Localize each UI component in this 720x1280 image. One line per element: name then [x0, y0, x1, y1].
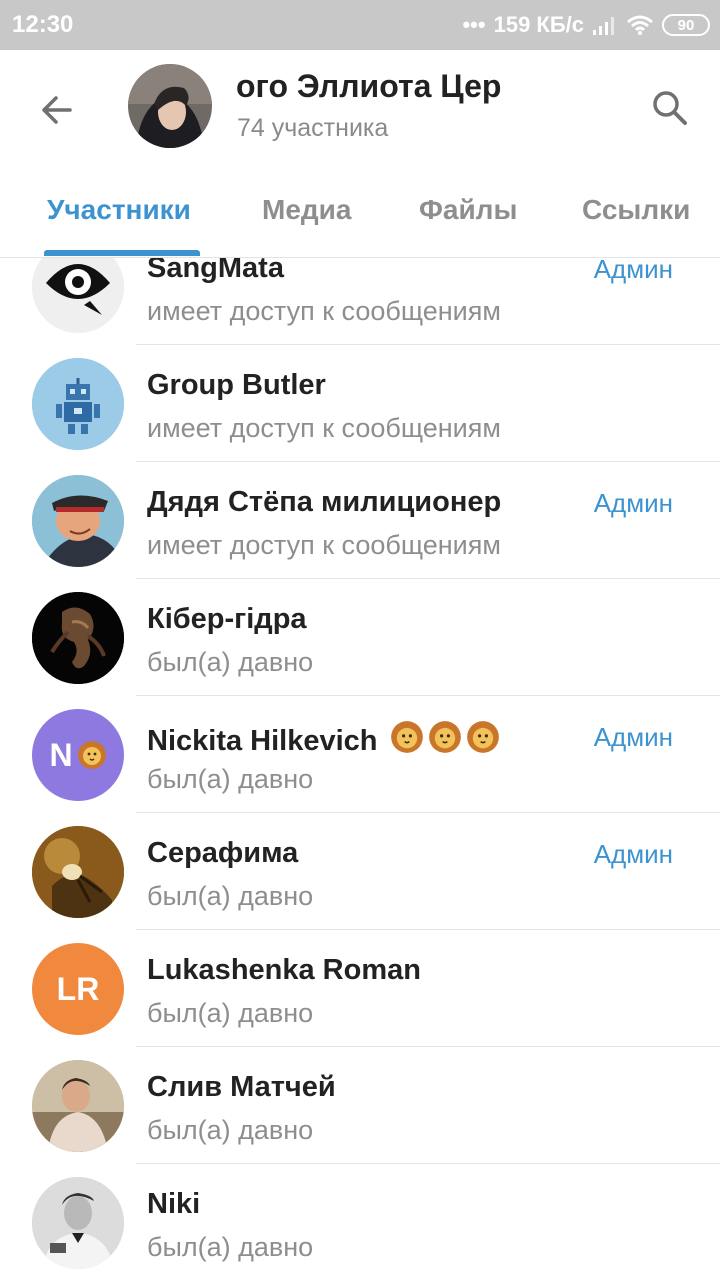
avatar[interactable]	[32, 358, 124, 450]
list-item[interactable]: Слив Матчей был(а) давно	[0, 1047, 720, 1164]
member-name: Group Butler	[147, 369, 326, 401]
member-status: имеет доступ к сообщениям	[147, 530, 501, 560]
robot-icon	[32, 358, 124, 450]
bw-photo-icon	[32, 1177, 124, 1269]
list-item[interactable]: LR Lukashenka Roman был(а) давно	[0, 930, 720, 1047]
avatar[interactable]	[32, 258, 124, 333]
member-status: был(а) давно	[147, 998, 314, 1028]
avatar[interactable]	[32, 826, 124, 918]
avatar[interactable]	[32, 1177, 124, 1269]
member-name: Nickita Hilkevich	[147, 720, 500, 758]
list-item[interactable]: Дядя Стёпа милиционер имеет доступ к соо…	[0, 462, 720, 579]
status-indicators: ••• 159 КБ/с 90	[462, 11, 710, 39]
list-item[interactable]: Group Butler имеет доступ к сообщениям	[0, 345, 720, 462]
arrow-left-icon	[42, 96, 72, 124]
tab-bar: Участники Медиа Файлы Ссылки	[0, 178, 720, 258]
list-item[interactable]: N Nickita Hilkevich был(а) давно Админ	[0, 696, 720, 813]
list-item[interactable]: Кібер-гідра был(а) давно	[0, 579, 720, 696]
member-name: Кібер-гідра	[147, 603, 307, 635]
tab-media[interactable]: Медиа	[262, 194, 351, 226]
tab-files[interactable]: Файлы	[419, 194, 517, 226]
member-status: имеет доступ к сообщениям	[147, 296, 501, 326]
admin-badge: Админ	[593, 258, 673, 284]
status-time: 12:30	[12, 11, 74, 38]
lion-emoji-icon	[390, 721, 423, 753]
chat-avatar[interactable]	[128, 64, 212, 148]
dots-icon: •••	[462, 12, 486, 37]
member-status: был(а) давно	[147, 647, 314, 677]
member-name: Серафима	[147, 837, 299, 869]
lion-emoji-icon	[428, 721, 461, 753]
chat-title: ого Эллиота Цер	[236, 68, 502, 104]
member-status: был(а) давно	[147, 764, 314, 794]
wifi-icon	[627, 15, 653, 35]
avatar-initials: LR	[56, 970, 100, 1007]
member-status: был(а) давно	[147, 1115, 314, 1145]
tab-members[interactable]: Участники	[47, 194, 191, 226]
chat-info-header: ого Эллиота Цер 74 участника Участники М…	[0, 50, 720, 258]
member-name: Дядя Стёпа милиционер	[147, 486, 502, 518]
member-status: был(а) давно	[147, 881, 314, 911]
lion-emoji-icon	[77, 741, 106, 769]
police-cartoon-icon	[32, 475, 124, 567]
list-item[interactable]: Niki был(а) давно	[0, 1164, 720, 1280]
admin-badge: Админ	[593, 722, 673, 752]
signal-icon	[593, 17, 614, 35]
avatar[interactable]: N	[32, 709, 124, 801]
avatar[interactable]	[32, 1060, 124, 1152]
list-item[interactable]: SangMata имеет доступ к сообщениям Админ	[0, 258, 720, 345]
hydra-creature-icon	[32, 592, 124, 684]
member-name: Lukashenka Roman	[147, 954, 421, 986]
chat-title-container: ого Эллиота Цер	[234, 68, 528, 112]
member-name: Слив Матчей	[147, 1071, 336, 1103]
avatar-initials: N	[49, 736, 73, 773]
search-icon	[653, 91, 687, 125]
tab-links[interactable]: Ссылки	[582, 194, 690, 226]
person-photo-icon	[32, 1060, 124, 1152]
active-tab-indicator	[44, 250, 200, 256]
member-status: имеет доступ к сообщениям	[147, 413, 501, 443]
status-bar: 12:30 ••• 159 КБ/с 90	[0, 0, 720, 50]
avatar[interactable]: LR	[32, 943, 124, 1035]
search-button[interactable]	[642, 80, 698, 136]
member-name: Niki	[147, 1188, 201, 1220]
member-status: был(а) давно	[147, 1232, 314, 1262]
battery-indicator: 90	[662, 14, 710, 36]
admin-badge: Админ	[593, 839, 673, 869]
list-item[interactable]: Серафима был(а) давно Админ	[0, 813, 720, 930]
lion-emoji-icon	[466, 721, 499, 753]
admin-badge: Админ	[593, 488, 673, 518]
member-list[interactable]: SangMata имеет доступ к сообщениям Админ	[0, 258, 720, 1280]
back-button[interactable]	[30, 84, 82, 136]
avatar[interactable]	[32, 475, 124, 567]
member-name-text: Nickita Hilkevich	[147, 725, 378, 757]
painting-icon	[32, 826, 124, 918]
avatar[interactable]	[32, 592, 124, 684]
member-name: SangMata	[147, 258, 284, 284]
network-speed: 159 КБ/с	[493, 12, 584, 37]
eye-bubble-icon	[32, 258, 124, 333]
person-portrait-icon	[128, 64, 212, 148]
member-count: 74 участника	[237, 114, 389, 142]
